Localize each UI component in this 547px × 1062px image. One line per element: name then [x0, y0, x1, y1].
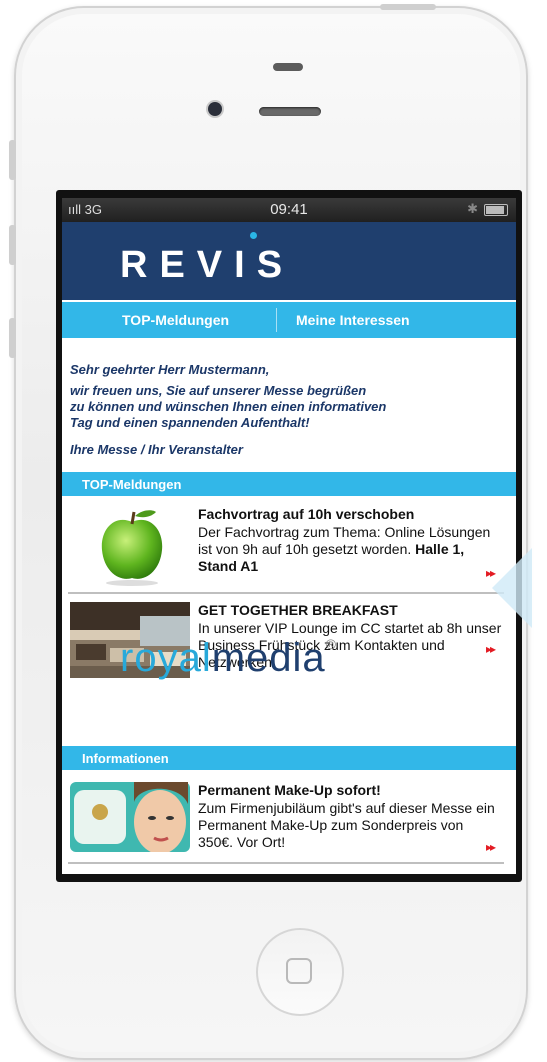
- greeting-line: Tag und einen spannenden Aufenthalt!: [70, 415, 310, 430]
- sponsor-name-part: royal: [120, 636, 212, 680]
- tab-top-meldungen[interactable]: TOP-Meldungen: [122, 312, 229, 328]
- sponsor-name-part: media: [211, 636, 326, 680]
- home-square-icon: [286, 958, 312, 984]
- tab-meine-interessen[interactable]: Meine Interessen: [296, 312, 410, 328]
- side-pointer-decoration: [492, 548, 532, 628]
- divider: [68, 592, 504, 594]
- status-bar: ııll 3G 09:41 ✱: [62, 198, 516, 222]
- logo-dot: [250, 232, 257, 239]
- volume-up-button[interactable]: [9, 225, 16, 265]
- divider: [68, 862, 504, 864]
- apple-image: [101, 510, 163, 586]
- news-title: Fachvortrag auf 10h verschoben: [198, 506, 415, 522]
- registered-mark: ®: [325, 636, 337, 652]
- nav-divider: [276, 308, 277, 332]
- more-arrow-icon[interactable]: ▸▸: [486, 840, 496, 854]
- news-text: Der Fachvortrag zum Thema: Online Lösung…: [198, 524, 502, 575]
- royalmedia-sponsor-logo[interactable]: royalmedia®: [120, 636, 337, 681]
- makeup-image: [70, 782, 190, 852]
- more-arrow-icon[interactable]: ▸▸: [486, 642, 496, 656]
- section-header-top: TOP-Meldungen: [62, 472, 516, 496]
- news-item-makeup[interactable]: Permanent Make-Up sofort! Zum Firmenjubi…: [62, 782, 516, 858]
- news-item-fachvortrag[interactable]: Fachvortrag auf 10h verschoben Der Fachv…: [62, 506, 516, 592]
- greeting-line: zu können und wünschen Ihnen einen infor…: [70, 399, 387, 414]
- earpiece-sensor: [273, 63, 303, 71]
- news-text: Zum Firmenjubiläum gibt's auf dieser Mes…: [198, 800, 495, 850]
- speaker-grille: [259, 107, 321, 116]
- greeting-signature: Ihre Messe / Ihr Veranstalter: [70, 442, 243, 457]
- section-header-info: Informationen: [62, 746, 516, 770]
- section-title: Informationen: [82, 751, 169, 766]
- revis-logo: REVIS: [120, 244, 295, 286]
- power-button[interactable]: [380, 4, 436, 10]
- volume-down-button[interactable]: [9, 318, 16, 358]
- home-button[interactable]: [256, 928, 344, 1016]
- greeting-line: Sehr geehrter Herr Mustermann,: [70, 362, 270, 377]
- bluetooth-icon: ✱: [467, 201, 478, 216]
- app-header: REVIS: [62, 222, 516, 300]
- battery-icon: [484, 204, 508, 216]
- greeting-line: wir freuen uns, Sie auf unserer Messe be…: [70, 383, 367, 398]
- section-title: TOP-Meldungen: [82, 477, 182, 492]
- front-camera: [208, 102, 222, 116]
- mute-switch[interactable]: [9, 140, 16, 180]
- top-navigation: TOP-Meldungen Meine Interessen: [62, 302, 516, 338]
- greeting-text: Sehr geehrter Herr Mustermann, wir freue…: [70, 362, 510, 431]
- app-display: ııll 3G 09:41 ✱ REVIS TOP-Meldungen Mein…: [62, 198, 516, 874]
- clock: 09:41: [270, 201, 308, 218]
- news-title: GET TOGETHER BREAKFAST: [198, 602, 398, 618]
- news-title: Permanent Make-Up sofort!: [198, 782, 381, 798]
